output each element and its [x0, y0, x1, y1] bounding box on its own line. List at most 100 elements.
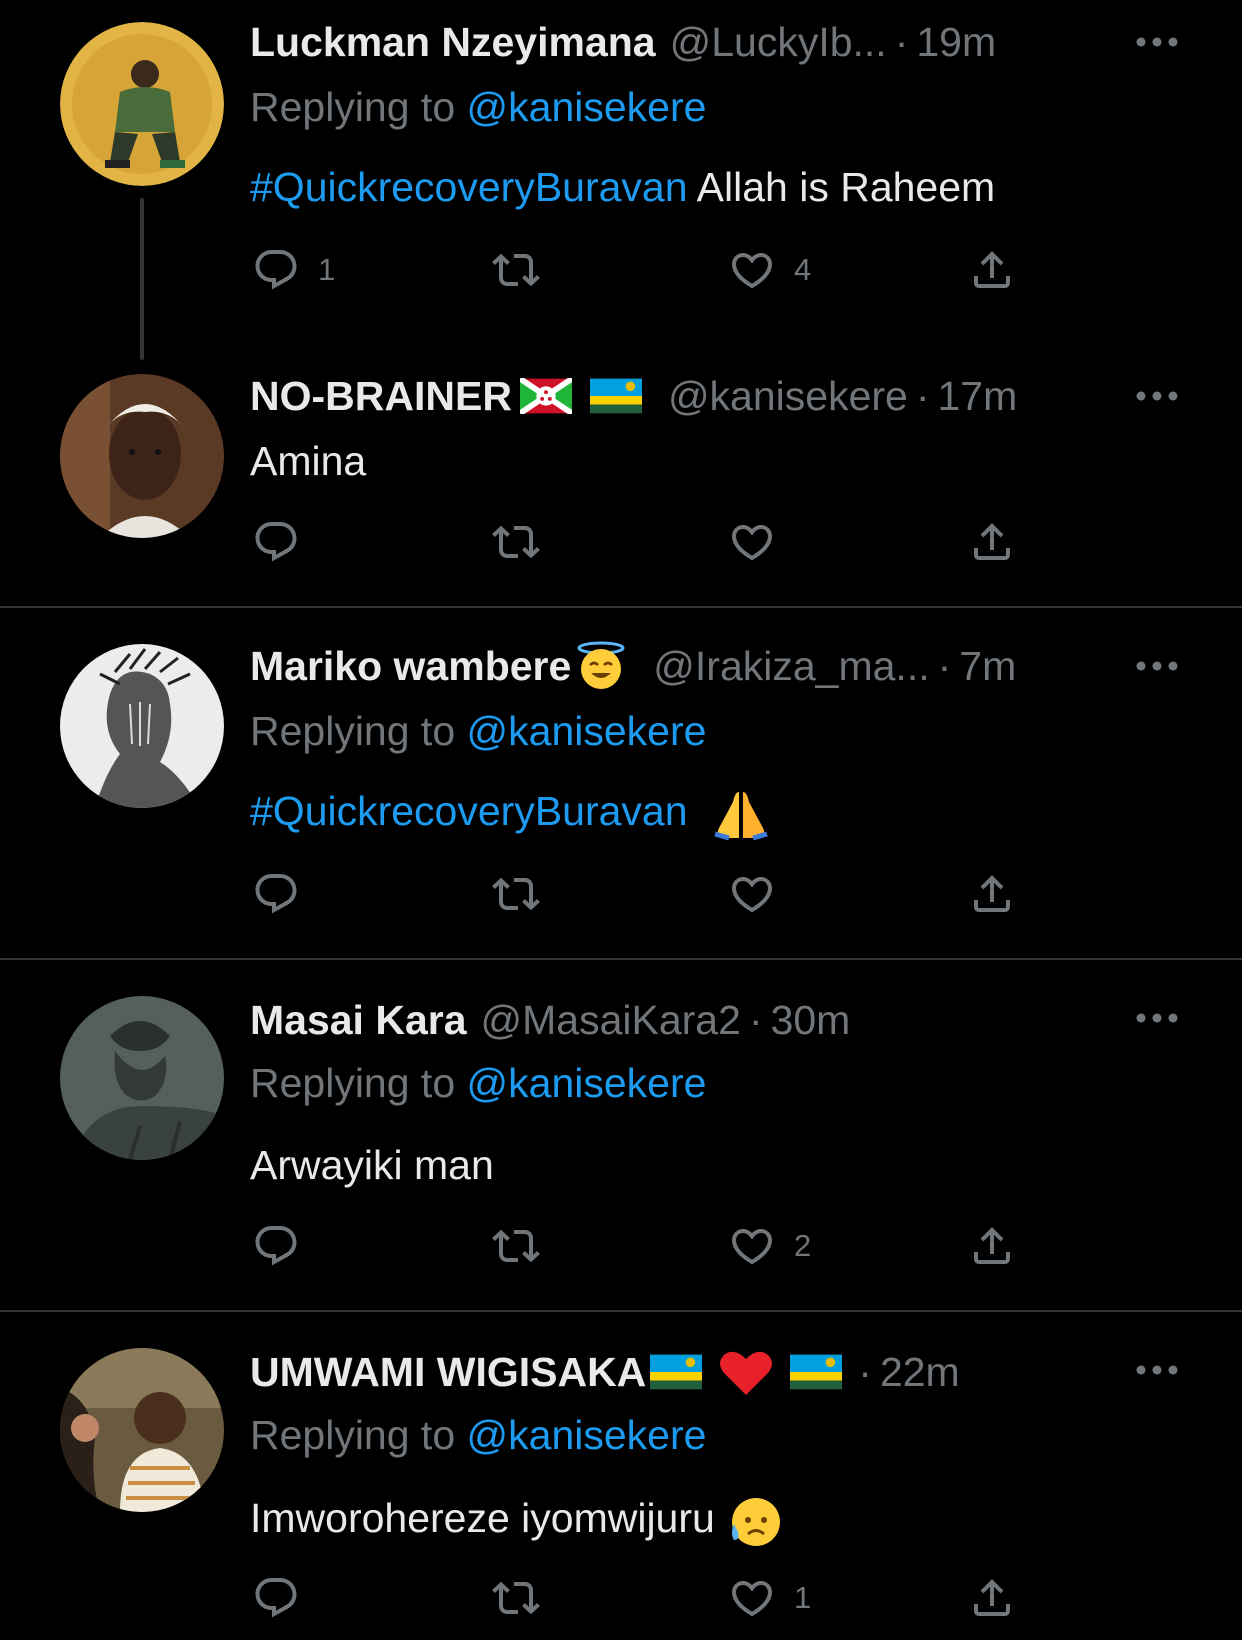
- reply-icon: [252, 1222, 300, 1270]
- retweet-button[interactable]: [492, 1574, 540, 1622]
- timestamp[interactable]: 17m: [938, 373, 1018, 420]
- divider: [0, 958, 1242, 960]
- reply-button[interactable]: 1: [252, 246, 335, 294]
- rwanda-flag-icon: [650, 1354, 702, 1390]
- retweet-icon: [492, 246, 540, 294]
- rwanda-flag-icon: [790, 1354, 842, 1390]
- display-name[interactable]: Mariko wambere: [250, 643, 571, 690]
- more-options-icon[interactable]: [1135, 1362, 1179, 1378]
- folded-hands-emoji-icon: [714, 792, 768, 841]
- burundi-flag-icon: [520, 378, 572, 414]
- share-button[interactable]: [968, 870, 1016, 918]
- like-count: 4: [794, 252, 812, 287]
- heart-icon: [728, 518, 776, 566]
- like-count: 1: [794, 1580, 812, 1615]
- share-button[interactable]: [968, 246, 1016, 294]
- avatar[interactable]: [60, 22, 224, 186]
- retweet-button[interactable]: [492, 246, 540, 294]
- smiling-halo-emoji-icon: [577, 641, 625, 689]
- retweet-icon: [492, 1574, 540, 1622]
- mention-link[interactable]: @kanisekere: [467, 84, 707, 130]
- avatar[interactable]: [60, 374, 224, 538]
- user-handle[interactable]: @kanisekere: [668, 373, 908, 420]
- more-options-icon[interactable]: [1135, 658, 1179, 674]
- share-icon: [968, 1574, 1016, 1622]
- more-options-icon[interactable]: [1135, 388, 1179, 404]
- reply-button[interactable]: [252, 1222, 300, 1270]
- user-handle[interactable]: @MasaiKara2: [481, 997, 741, 1044]
- avatar[interactable]: [60, 644, 224, 808]
- tweet-header: Mariko wambere @Irakiza_ma... · 7m: [250, 638, 1016, 694]
- timestamp[interactable]: 30m: [771, 997, 851, 1044]
- heart-icon: [728, 246, 776, 294]
- separator-dot: ·: [915, 372, 930, 419]
- reply-icon: [252, 518, 300, 566]
- more-options-icon[interactable]: [1135, 1010, 1179, 1026]
- separator-dot: ·: [937, 642, 952, 689]
- share-button[interactable]: [968, 518, 1016, 566]
- retweet-button[interactable]: [492, 1222, 540, 1270]
- user-handle[interactable]: @LuckyIb...: [670, 19, 887, 66]
- display-name[interactable]: Masai Kara: [250, 997, 467, 1044]
- divider: [0, 606, 1242, 608]
- replying-to: Replying to @kanisekere: [250, 84, 706, 131]
- mention-link[interactable]: @kanisekere: [467, 1060, 707, 1106]
- timestamp[interactable]: 19m: [916, 19, 996, 66]
- user-handle[interactable]: @Irakiza_ma...: [653, 643, 929, 690]
- tweet-text: Amina: [250, 438, 366, 485]
- replying-to: Replying to @kanisekere: [250, 1412, 706, 1459]
- retweet-button[interactable]: [492, 870, 540, 918]
- reply-button[interactable]: [252, 1574, 300, 1622]
- tweet-header: NO-BRAINER @kanisekere · 17m: [250, 368, 1017, 424]
- display-name[interactable]: Luckman Nzeyimana: [250, 19, 656, 66]
- hashtag-link[interactable]: #QuickrecoveryBuravan: [250, 164, 688, 210]
- divider: [0, 1310, 1242, 1312]
- like-button[interactable]: 4: [728, 246, 811, 294]
- reply-icon: [252, 246, 300, 294]
- tweet-header: Masai Kara @MasaiKara2 · 30m: [250, 992, 850, 1048]
- mention-link[interactable]: @kanisekere: [467, 1412, 707, 1458]
- share-icon: [968, 1222, 1016, 1270]
- replying-to-label: Replying to: [250, 1412, 467, 1458]
- like-button[interactable]: [728, 518, 776, 566]
- retweet-icon: [492, 518, 540, 566]
- tweet-body: Arwayiki man: [250, 1142, 494, 1188]
- timestamp[interactable]: 22m: [880, 1349, 960, 1396]
- reply-icon: [252, 1574, 300, 1622]
- retweet-button[interactable]: [492, 518, 540, 566]
- replying-to: Replying to @kanisekere: [250, 1060, 706, 1107]
- hashtag-link[interactable]: #QuickrecoveryBuravan: [250, 788, 688, 834]
- red-heart-emoji-icon: [720, 1351, 773, 1395]
- share-icon: [968, 246, 1016, 294]
- separator-dot: ·: [858, 1348, 872, 1395]
- like-button[interactable]: 2: [728, 1222, 811, 1270]
- thread-connector-line: [140, 198, 144, 360]
- tweet-text: Imworohereze iyomwijuru: [250, 1494, 782, 1548]
- more-options-icon[interactable]: [1135, 34, 1179, 50]
- display-name[interactable]: UMWAMI WIGISAKA: [250, 1349, 646, 1396]
- separator-dot: ·: [748, 996, 763, 1043]
- reply-icon: [252, 870, 300, 918]
- share-button[interactable]: [968, 1222, 1016, 1270]
- heart-icon: [728, 1574, 776, 1622]
- reply-button[interactable]: [252, 870, 300, 918]
- timestamp[interactable]: 7m: [959, 643, 1016, 690]
- replying-to-label: Replying to: [250, 84, 467, 130]
- tweet-text: Arwayiki man: [250, 1142, 494, 1189]
- share-icon: [968, 518, 1016, 566]
- like-button[interactable]: [728, 870, 776, 918]
- tweet-body: Imworohereze iyomwijuru: [250, 1494, 715, 1541]
- avatar[interactable]: [60, 996, 224, 1160]
- heart-icon: [728, 870, 776, 918]
- replying-to-label: Replying to: [250, 1060, 467, 1106]
- retweet-icon: [492, 870, 540, 918]
- rwanda-flag-icon: [590, 378, 642, 414]
- avatar[interactable]: [60, 1348, 224, 1512]
- like-button[interactable]: 1: [728, 1574, 811, 1622]
- reply-button[interactable]: [252, 518, 300, 566]
- tweet-body: Amina: [250, 438, 367, 484]
- share-button[interactable]: [968, 1574, 1016, 1622]
- mention-link[interactable]: @kanisekere: [467, 708, 707, 754]
- share-icon: [968, 870, 1016, 918]
- display-name[interactable]: NO-BRAINER: [250, 373, 512, 420]
